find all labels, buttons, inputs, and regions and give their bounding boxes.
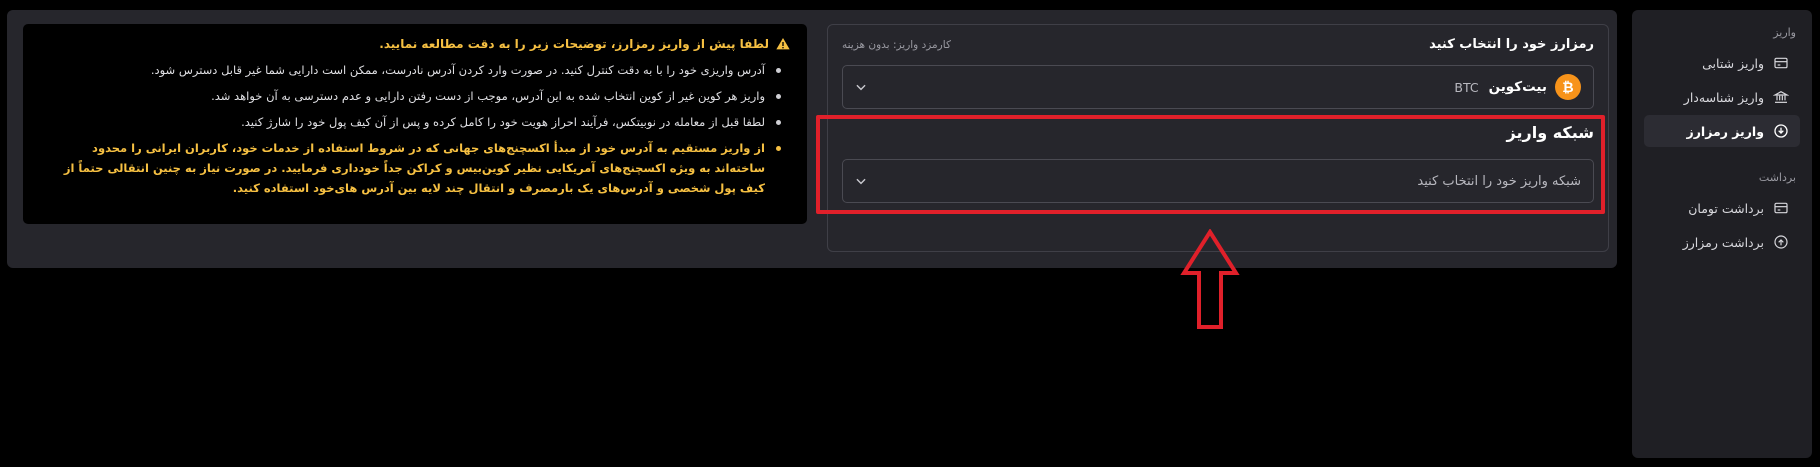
deposit-fee-label: کارمزد واریز: بدون هزینه xyxy=(842,38,951,51)
notice-header: لطفا پیش از واریز رمزارز، توضیحات زیر را… xyxy=(39,36,791,52)
sidebar-item-crypto-withdraw[interactable]: برداشت رمزارز xyxy=(1644,226,1800,258)
form-title: رمزارز خود را انتخاب کنید xyxy=(1429,37,1594,52)
sidebar-item-label: واریز رمزارز xyxy=(1686,123,1764,139)
sidebar-item-label: واریز شناسه‌دار xyxy=(1683,89,1764,105)
sidebar-item-label: واریز شتابی xyxy=(1702,55,1764,71)
network-title: شبکه واریز xyxy=(1506,123,1594,142)
sidebar-item-crypto-deposit[interactable]: واریز رمزارز xyxy=(1644,115,1800,147)
bank-icon xyxy=(1772,88,1790,106)
card-icon xyxy=(1772,199,1790,217)
network-placeholder: شبکه واریز خود را انتخاب کنید xyxy=(1417,173,1581,189)
upload-circle-icon xyxy=(1772,233,1790,251)
download-circle-icon xyxy=(1772,122,1790,140)
form-header: رمزارز خود را انتخاب کنید کارمزد واریز: … xyxy=(842,37,1594,52)
notice-item: آدرس واریزی خود را با به دقت کنترل کنید.… xyxy=(39,60,787,80)
notice-title: لطفا پیش از واریز رمزارز، توضیحات زیر را… xyxy=(379,37,769,51)
coin-name: بیت‌کوین xyxy=(1488,79,1547,95)
coin-select[interactable]: ₿ بیت‌کوین BTC xyxy=(842,65,1594,109)
notice-item: واریز هر کوین غیر از کوین انتخاب شده به … xyxy=(39,86,787,106)
up-arrow-annotation xyxy=(1180,229,1240,329)
deposit-form: رمزارز خود را انتخاب کنید کارمزد واریز: … xyxy=(827,24,1609,252)
deposit-notice: لطفا پیش از واریز رمزارز، توضیحات زیر را… xyxy=(23,24,807,224)
bitcoin-icon: ₿ xyxy=(1555,74,1581,100)
card-icon xyxy=(1772,54,1790,72)
sidebar-section-withdraw: برداشت xyxy=(1758,171,1796,184)
notice-list: آدرس واریزی خود را با به دقت کنترل کنید.… xyxy=(39,60,791,198)
chevron-down-icon xyxy=(853,173,869,189)
notice-item: لطفا قبل از معامله در نوبیتکس، فرآیند اح… xyxy=(39,112,787,132)
coin-symbol: BTC xyxy=(1454,79,1479,95)
sidebar-item-id-deposit[interactable]: واریز شناسه‌دار xyxy=(1644,81,1800,113)
chevron-down-icon xyxy=(853,79,869,95)
sidebar-item-label: برداشت رمزارز xyxy=(1682,234,1764,250)
sidebar: واریز واریز شتابی واریز شناسه‌دار واریز … xyxy=(1632,10,1812,458)
notice-item-warning: از واریز مستقیم به آدرس خود از مبدأ اکسچ… xyxy=(39,138,787,198)
sidebar-section-deposit: واریز xyxy=(1773,26,1796,39)
warning-icon xyxy=(775,36,791,52)
sidebar-item-label: برداشت تومان xyxy=(1688,200,1764,216)
sidebar-item-fast-deposit[interactable]: واریز شتابی xyxy=(1644,47,1800,79)
page: واریز واریز شتابی واریز شناسه‌دار واریز … xyxy=(0,0,1820,467)
network-select[interactable]: شبکه واریز خود را انتخاب کنید xyxy=(842,159,1594,203)
main-panel: رمزارز خود را انتخاب کنید کارمزد واریز: … xyxy=(7,10,1617,268)
sidebar-item-toman-withdraw[interactable]: برداشت تومان xyxy=(1644,192,1800,224)
